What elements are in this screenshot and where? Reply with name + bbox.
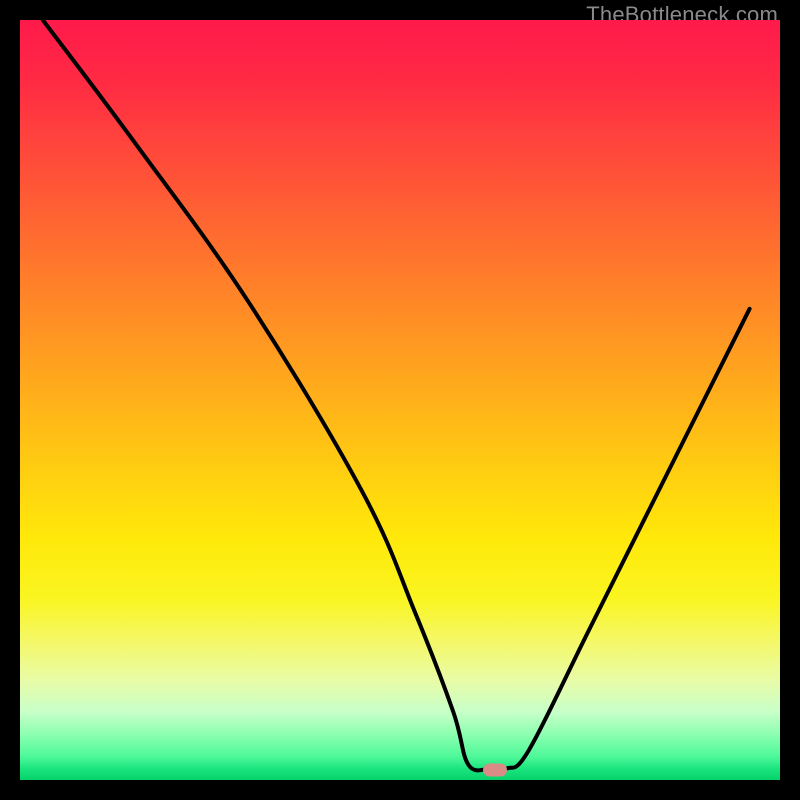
chart-frame: TheBottleneck.com [0,0,800,800]
plot-area [20,20,780,780]
bottleneck-curve [20,20,780,780]
optimal-point-marker [483,764,507,777]
